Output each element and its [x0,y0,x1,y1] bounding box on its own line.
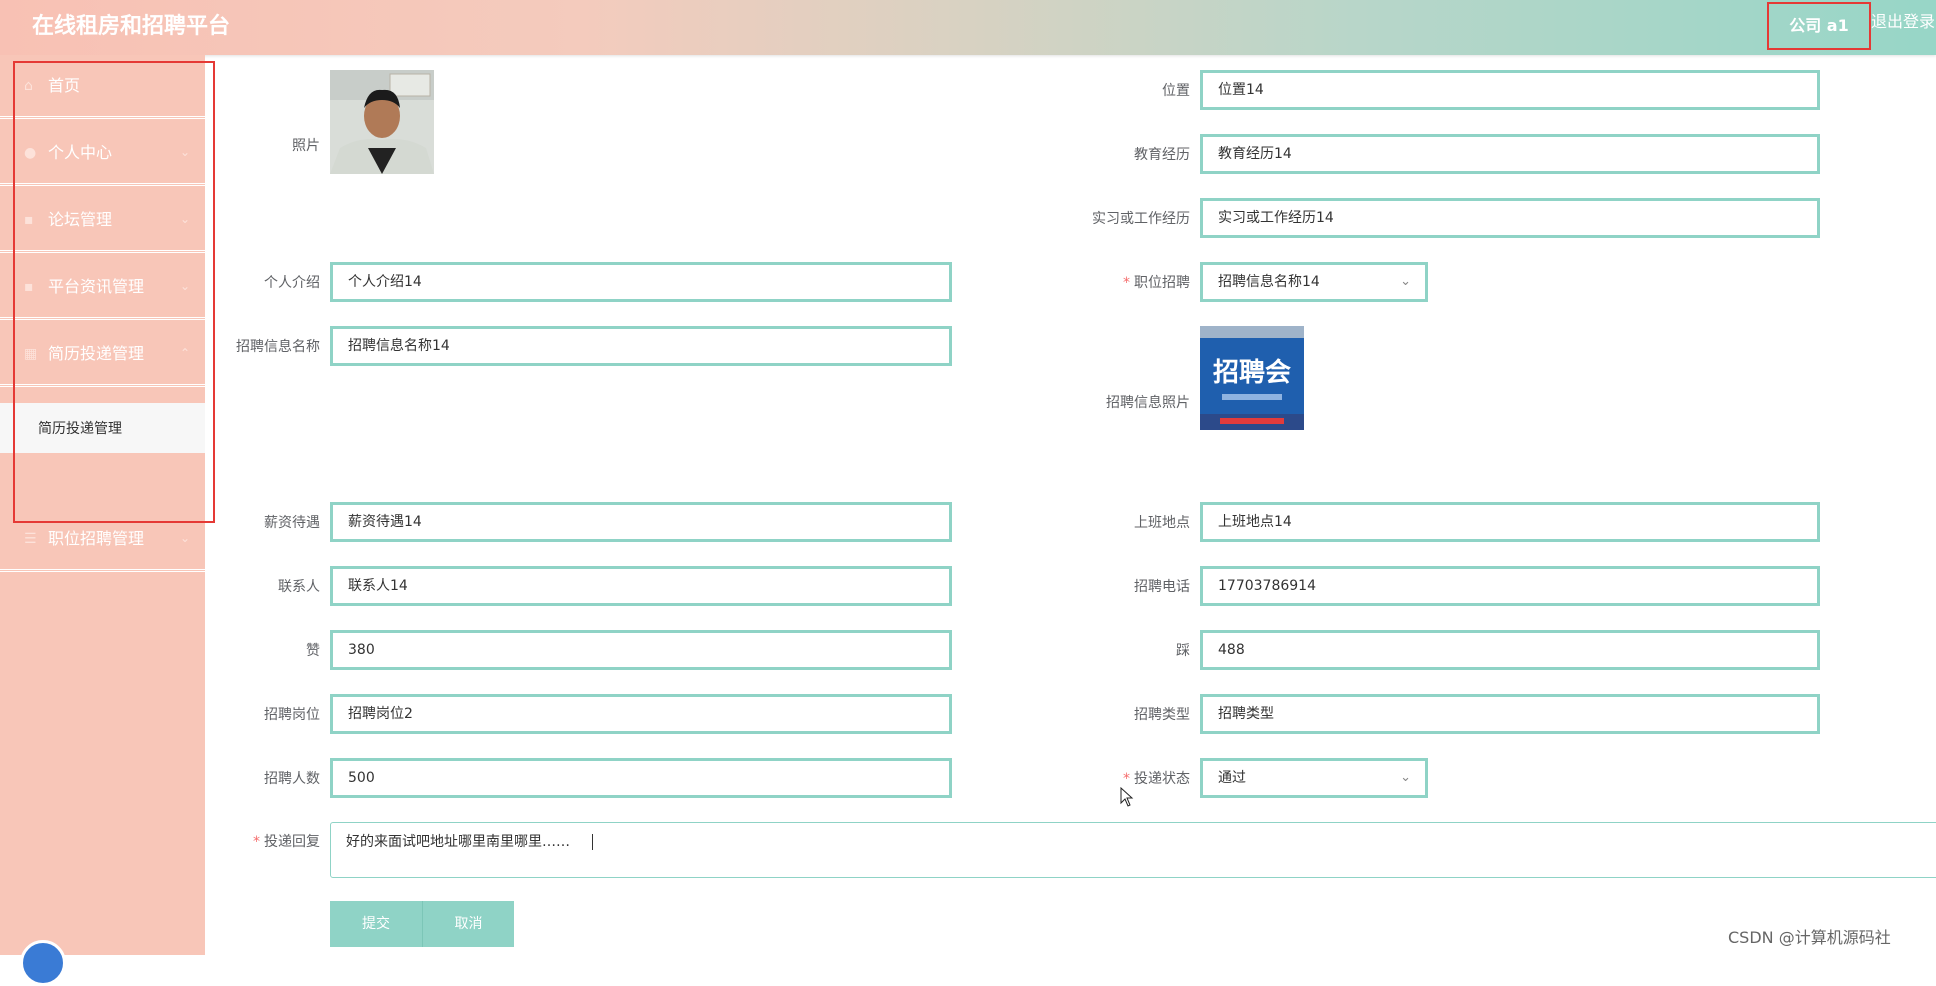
avatar-photo [330,70,434,174]
count-field[interactable]: 500 [330,758,952,798]
info-photo-label: 招聘信息照片 [1106,395,1190,411]
type-field[interactable]: 招聘类型 [1200,694,1820,734]
position-select[interactable]: 招聘信息名称14 ⌄ [1200,262,1428,302]
education-label: 教育经历 [1134,147,1190,163]
svg-text:招聘会: 招聘会 [1213,358,1291,388]
user-highlight-box: 公司 a1 [1767,2,1871,50]
status-label: * 投递状态 [1123,771,1190,787]
logout-link[interactable]: 退出登录 [1871,9,1935,35]
contact-label: 联系人 [278,579,320,595]
like-label: 赞 [306,643,320,659]
education-field[interactable]: 教育经历14 [1200,134,1820,174]
experience-field[interactable]: 实习或工作经历14 [1200,198,1820,238]
current-user[interactable]: 公司 a1 [1769,4,1869,48]
cancel-button[interactable]: 取消 [422,901,514,947]
phone-label: 招聘电话 [1134,579,1190,595]
reply-textarea[interactable]: 好的来面试吧地址哪里南里哪里…… [330,822,1936,878]
job-icon: ☰ [24,531,37,547]
chevron-down-icon: ⌄ [180,531,191,545]
position-label: * 职位招聘 [1123,275,1190,291]
job-fair-photo: 招聘会 [1200,326,1304,430]
type-label: 招聘类型 [1134,707,1190,723]
text-cursor [592,834,593,850]
like-field[interactable]: 380 [330,630,952,670]
contact-field[interactable]: 联系人14 [330,566,952,606]
info-name-label: 招聘信息名称 [236,339,320,355]
app-title: 在线租房和招聘平台 [32,14,231,39]
status-select-value: 通过 [1218,770,1246,786]
reply-label: * 投递回复 [253,834,320,850]
workplace-label: 上班地点 [1134,515,1190,531]
salary-field[interactable]: 薪资待遇14 [330,502,952,542]
phone-field[interactable]: 17703786914 [1200,566,1820,606]
status-select[interactable]: 通过 ⌄ [1200,758,1428,798]
chevron-down-icon: ⌄ [1400,770,1411,785]
count-label: 招聘人数 [264,771,320,787]
top-header: 在线租房和招聘平台 公司 a1 退出登录 [0,0,1936,55]
info-name-field[interactable]: 招聘信息名称14 [330,326,952,366]
experience-label: 实习或工作经历 [1092,211,1190,227]
post-label: 招聘岗位 [264,707,320,723]
photo-label: 照片 [292,138,320,154]
intro-field[interactable]: 个人介绍14 [330,262,952,302]
dislike-field[interactable]: 488 [1200,630,1820,670]
post-field[interactable]: 招聘岗位2 [330,694,952,734]
floating-circle-button[interactable] [20,940,66,986]
dislike-label: 踩 [1176,643,1190,659]
location-field[interactable]: 位置14 [1200,70,1820,110]
mouse-pointer-icon [1120,786,1134,811]
sidebar-item-label: 职位招聘管理 [48,529,145,548]
salary-label: 薪资待遇 [264,515,320,531]
chevron-down-icon: ⌄ [1400,274,1411,289]
submit-button[interactable]: 提交 [330,901,422,947]
watermark: CSDN @计算机源码社 [1728,928,1891,947]
location-label: 位置 [1162,83,1190,99]
intro-label: 个人介绍 [264,275,320,291]
position-select-value: 招聘信息名称14 [1218,274,1320,290]
sidebar-highlight-box [13,61,215,523]
workplace-field[interactable]: 上班地点14 [1200,502,1820,542]
